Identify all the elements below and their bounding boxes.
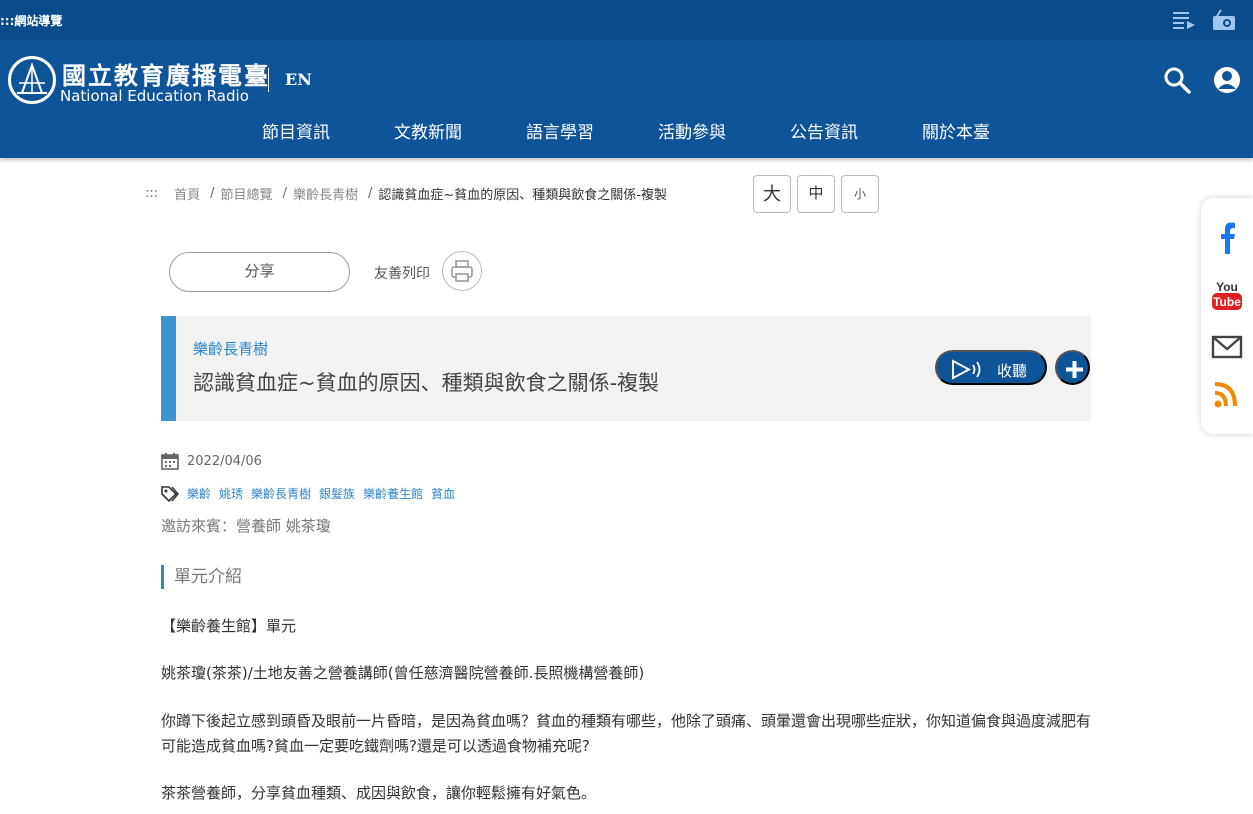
font-size-small-button[interactable]: 小 <box>841 175 879 213</box>
divider <box>268 68 269 92</box>
breadcrumb-separator: / <box>282 186 287 201</box>
content-paragraph: 你蹲下後起立感到頭昏及眼前一片昏暗，是因為貧血嗎？貧血的種類有哪些，他除了頭痛、… <box>161 712 1092 755</box>
site-logo[interactable]: 國立教育廣播電臺 National Education Radio <box>8 56 268 106</box>
listen-label: 收聽 <box>997 363 1028 380</box>
play-icon <box>952 359 981 380</box>
playlist-icon[interactable] <box>1172 9 1196 31</box>
print-label[interactable]: 友善列印 <box>374 263 430 283</box>
language-switch-en[interactable]: EN <box>285 70 312 89</box>
mail-icon[interactable] <box>1211 330 1243 364</box>
tag-link[interactable]: 貧血 <box>431 485 455 502</box>
breadcrumb-program[interactable]: 樂齡長青樹 <box>293 184 358 203</box>
tag-icon <box>161 485 179 502</box>
tag-link[interactable]: 樂齡養生館 <box>363 485 423 502</box>
print-icon <box>451 260 473 282</box>
nav-item-about[interactable]: 關於本臺 <box>890 118 1022 143</box>
tag-list: 樂齡 姚琇 樂齡長青樹 銀髮族 樂齡養生館 貧血 <box>161 485 463 502</box>
tag-link[interactable]: 銀髮族 <box>319 485 355 502</box>
add-to-playlist-button[interactable] <box>1055 350 1090 385</box>
user-icon[interactable] <box>1213 66 1241 94</box>
breadcrumb-current: 認識貧血症~貧血的原因、種類與飲食之關係-複製 <box>378 188 667 203</box>
program-category[interactable]: 樂齡長青樹 <box>193 338 268 359</box>
breadcrumb: ::: 首頁 / 節目總覽 / 樂齡長青樹 / 認識貧血症~貧血的原因、種類與飲… <box>145 184 667 203</box>
svg-text:You: You <box>1216 280 1238 294</box>
main-navigation: 節目資訊 文教新聞 語言學習 活動參與 公告資訊 關於本臺 <box>230 118 1022 143</box>
listen-button[interactable]: 收聽 <box>935 350 1047 385</box>
rss-icon[interactable] <box>1211 378 1243 412</box>
content-paragraph: 姚茶瓊(茶茶)/土地友善之營養講師(曾任慈濟醫院營養師.長照機構營養師) <box>161 664 645 682</box>
tag-link[interactable]: 樂齡長青樹 <box>251 485 311 502</box>
publish-date: 2022/04/06 <box>161 452 262 470</box>
page-title: 認識貧血症~貧血的原因、種類與飲食之關係-複製 <box>193 371 660 395</box>
print-button[interactable] <box>442 251 482 291</box>
tag-link[interactable]: 姚琇 <box>219 485 243 502</box>
nav-item-events[interactable]: 活動參與 <box>626 118 758 143</box>
program-title-card: 樂齡長青樹 認識貧血症~貧血的原因、種類與飲食之關係-複製 收聽 <box>161 316 1091 421</box>
nav-item-announcements[interactable]: 公告資訊 <box>758 118 890 143</box>
nav-item-news[interactable]: 文教新聞 <box>362 118 494 143</box>
section-heading: 單元介紹 <box>161 565 242 589</box>
plus-icon <box>1066 361 1083 378</box>
social-share-sidebar: You Tube <box>1201 198 1253 434</box>
calendar-icon <box>161 453 179 470</box>
tag-link[interactable]: 樂齡 <box>187 485 211 502</box>
content-paragraph: 茶茶營養師，分享貧血種類、成因與飲食，讓你輕鬆擁有好氣色。 <box>161 784 597 802</box>
breadcrumb-separator: / <box>210 186 215 201</box>
logo-emblem-icon <box>8 56 56 104</box>
facebook-icon[interactable] <box>1211 220 1243 254</box>
nav-item-programs[interactable]: 節目資訊 <box>230 118 362 143</box>
nav-item-language[interactable]: 語言學習 <box>494 118 626 143</box>
breadcrumb-home[interactable]: 首頁 <box>174 184 200 203</box>
top-utility-bar: :::網站導覽 <box>0 0 1253 40</box>
date-text: 2022/04/06 <box>187 453 262 469</box>
site-header: 國立教育廣播電臺 National Education Radio EN 節目資… <box>0 40 1253 158</box>
share-button[interactable]: 分享 <box>169 252 350 292</box>
sitemap-link[interactable]: :::網站導覽 <box>0 12 62 29</box>
content-paragraph: 【樂齡養生館】單元 <box>161 617 297 635</box>
breadcrumb-program-list[interactable]: 節目總覽 <box>221 184 273 203</box>
svg-text:Tube: Tube <box>1213 295 1241 309</box>
search-icon[interactable] <box>1163 66 1191 94</box>
youtube-icon[interactable]: You Tube <box>1211 278 1243 312</box>
breadcrumb-separator: / <box>367 186 373 201</box>
font-size-medium-button[interactable]: 中 <box>797 175 835 213</box>
font-size-large-button[interactable]: 大 <box>753 175 791 213</box>
guest-info: 邀訪來賓：營養師 姚茶瓊 <box>161 517 331 535</box>
radio-icon[interactable] <box>1212 9 1236 31</box>
logo-chinese-name: 國立教育廣播電臺 <box>62 61 270 90</box>
accesskey-anchor[interactable]: ::: <box>145 186 158 201</box>
logo-english-name: National Education Radio <box>60 87 249 105</box>
